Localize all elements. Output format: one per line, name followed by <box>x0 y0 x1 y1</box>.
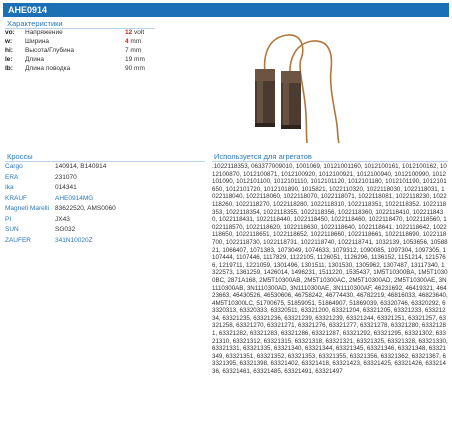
product-code: AHE0914 <box>8 5 48 15</box>
cross-row: SUN SG032 <box>5 225 205 236</box>
brush-left <box>255 69 275 127</box>
cross-brand: PI <box>5 215 12 223</box>
spec-value: 90 mm <box>125 65 145 72</box>
cross-brand: KRAUF <box>5 194 28 202</box>
spec-key: vo: <box>5 29 15 36</box>
spec-key: le: <box>5 56 13 63</box>
spec-key: hi: <box>5 47 13 54</box>
spec-row: lb: Длина поводка 90 mm <box>5 64 155 73</box>
spec-value: 19 mm <box>125 56 145 63</box>
cross-row: KRAUF AHE0914MG <box>5 194 205 205</box>
cross-codes: JX43 <box>55 215 70 223</box>
spec-name: Ширина <box>25 38 50 45</box>
spec-value: 4 mm <box>125 37 141 46</box>
cross-row: Cargo 140914, B140914 <box>5 162 205 173</box>
crosses-table: Cargo 140914, B140914 ERA 231070 Ika 014… <box>5 162 205 246</box>
brush-right <box>281 71 301 129</box>
specs-heading: Характеристики <box>7 19 63 28</box>
cross-codes: 140914, B140914 <box>55 163 107 170</box>
spec-row: vo: Напряжение 12 volt <box>5 28 155 37</box>
cross-brand: SUN <box>5 226 19 233</box>
spec-name: Длина <box>25 56 45 63</box>
cross-codes: SG032 <box>55 226 76 233</box>
cross-brand: Cargo <box>5 163 23 170</box>
spec-row: le: Длина 19 mm <box>5 55 155 64</box>
spec-value: 12 volt <box>125 28 144 37</box>
cross-codes: 83622520, AMS0060 <box>55 205 116 212</box>
cross-codes: 231070 <box>55 173 77 181</box>
spec-value: 7 mm <box>125 47 142 54</box>
product-photo <box>255 34 340 144</box>
cross-row: PI JX43 <box>5 215 205 226</box>
cross-codes: 014341 <box>55 184 77 191</box>
cross-row: ERA 231070 <box>5 173 205 184</box>
spec-value-unit: mm <box>128 38 142 45</box>
spec-value-unit: volt <box>132 29 145 36</box>
cross-row: ZAUFER 341N10020Z <box>5 236 205 247</box>
applications-list: .1022118353, 063377009010, 1001069, 1012… <box>212 163 448 376</box>
spec-key: w: <box>5 38 13 45</box>
specs-table: vo: Напряжение 12 volt w: Ширина 4 mm hi… <box>5 28 155 73</box>
applications-heading: Используется для агрегатов <box>214 152 312 161</box>
crosses-heading: Кроссы <box>7 152 33 161</box>
cross-brand: ZAUFER <box>5 236 31 244</box>
cross-brand: ERA <box>5 173 19 181</box>
cross-brand: Magneti Marelli <box>5 205 50 212</box>
spec-name: Длина поводка <box>25 65 71 72</box>
spec-key: lb: <box>5 65 13 72</box>
spec-row: hi: Высота/Глубина 7 mm <box>5 46 155 55</box>
spec-name: Высота/Глубина <box>25 47 74 54</box>
cross-row: Ika 014341 <box>5 183 205 194</box>
cross-codes-link[interactable]: 341N10020Z <box>55 236 93 247</box>
product-title-bar: AHE0914 <box>3 3 449 17</box>
cross-brand: Ika <box>5 184 14 191</box>
cross-row: Magneti Marelli 83622520, AMS0060 <box>5 204 205 215</box>
applications-divider <box>212 161 448 162</box>
spec-row: w: Ширина 4 mm <box>5 37 155 46</box>
cross-codes-link[interactable]: AHE0914MG <box>55 194 93 205</box>
spec-name: Напряжение <box>25 29 63 36</box>
